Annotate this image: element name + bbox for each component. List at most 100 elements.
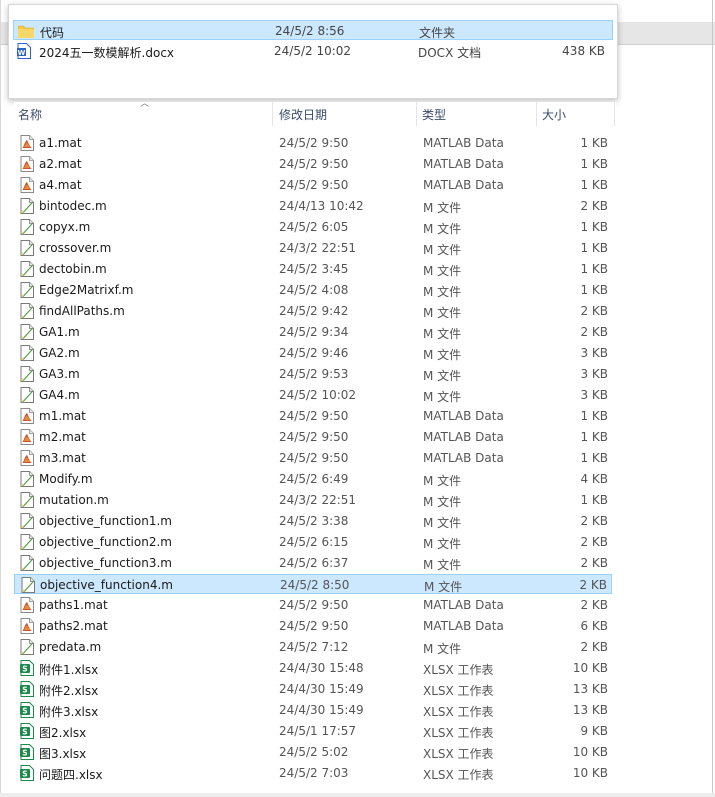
column-header-date[interactable]: 修改日期 xyxy=(279,106,327,123)
file-size: 9 KB xyxy=(580,724,608,738)
popup-row-folder[interactable]: 代码 24/5/2 8:56 文件夹 xyxy=(13,20,613,40)
file-row[interactable]: findAllPaths.m 24/5/2 9:42 M 文件 2 KB xyxy=(14,301,612,321)
file-row[interactable]: dectobin.m 24/5/2 3:45 M 文件 1 KB xyxy=(14,259,612,279)
file-type: M 文件 xyxy=(423,642,462,656)
file-row[interactable]: S 问题四.xlsx 24/5/2 7:03 XLSX 工作表 10 KB xyxy=(14,763,612,783)
file-type: M 文件 xyxy=(423,537,462,551)
file-row[interactable]: a2.mat 24/5/2 9:50 MATLAB Data 1 KB xyxy=(14,154,612,174)
svg-text:W: W xyxy=(18,49,26,57)
file-type: M 文件 xyxy=(423,327,462,341)
file-date: 24/5/2 9:50 xyxy=(279,136,349,150)
file-date: 24/5/2 9:34 xyxy=(279,325,349,339)
file-row[interactable]: a1.mat 24/5/2 9:50 MATLAB Data 1 KB xyxy=(14,133,612,153)
file-row[interactable]: m3.mat 24/5/2 9:50 MATLAB Data 1 KB xyxy=(14,448,612,468)
file-row[interactable]: m2.mat 24/5/2 9:50 MATLAB Data 1 KB xyxy=(14,427,612,447)
window-left-edge xyxy=(0,0,1,797)
file-row[interactable]: m1.mat 24/5/2 9:50 MATLAB Data 1 KB xyxy=(14,406,612,426)
file-row[interactable]: S 附件1.xlsx 24/4/30 15:48 XLSX 工作表 10 KB xyxy=(14,658,612,678)
column-divider[interactable] xyxy=(272,102,273,126)
file-row[interactable]: Modify.m 24/5/2 6:49 M 文件 4 KB xyxy=(14,469,612,489)
file-row[interactable]: predata.m 24/5/2 7:12 M 文件 2 KB xyxy=(14,637,612,657)
file-row[interactable]: S 附件2.xlsx 24/4/30 15:49 XLSX 工作表 13 KB xyxy=(14,679,612,699)
file-size: 10 KB xyxy=(572,661,608,675)
file-row[interactable]: S 附件3.xlsx 24/4/30 15:49 XLSX 工作表 13 KB xyxy=(14,700,612,720)
file-row[interactable]: a4.mat 24/5/2 9:50 MATLAB Data 1 KB xyxy=(14,175,612,195)
file-row[interactable]: GA2.m 24/5/2 9:46 M 文件 3 KB xyxy=(14,343,612,363)
file-row[interactable]: objective_function2.m 24/5/2 6:15 M 文件 2 KB xyxy=(14,532,612,552)
file-name: findAllPaths.m xyxy=(39,304,125,318)
m-file-icon xyxy=(20,513,34,529)
file-row[interactable]: copyx.m 24/5/2 6:05 M 文件 1 KB xyxy=(14,217,612,237)
docx-icon: W xyxy=(17,43,31,59)
column-divider[interactable] xyxy=(416,102,417,126)
file-name: crossover.m xyxy=(39,241,112,255)
file-date: 24/5/2 9:42 xyxy=(279,304,349,318)
file-name: 图2.xlsx xyxy=(39,726,87,740)
file-type: MATLAB Data xyxy=(423,157,504,171)
file-row[interactable]: S 图2.xlsx 24/5/1 17:57 XLSX 工作表 9 KB xyxy=(14,721,612,741)
file-name: GA3.m xyxy=(39,367,80,381)
file-name: objective_function1.m xyxy=(39,514,172,528)
file-name: 问题四.xlsx xyxy=(39,768,103,782)
file-row[interactable]: bintodec.m 24/4/13 10:42 M 文件 2 KB xyxy=(14,196,612,216)
file-row[interactable]: GA1.m 24/5/2 9:34 M 文件 2 KB xyxy=(14,322,612,342)
file-type: M 文件 xyxy=(423,201,462,215)
file-name: paths1.mat xyxy=(39,598,108,612)
m-file-icon xyxy=(20,345,34,361)
file-row[interactable]: objective_function4.m 24/5/2 8:50 M 文件 2 KB xyxy=(14,574,612,594)
file-name: mutation.m xyxy=(39,493,109,507)
file-type: M 文件 xyxy=(423,306,462,320)
file-row[interactable]: mutation.m 24/3/2 22:51 M 文件 1 KB xyxy=(14,490,612,510)
file-date: 24/5/2 6:15 xyxy=(279,535,349,549)
file-type: MATLAB Data xyxy=(423,178,504,192)
file-row[interactable]: paths1.mat 24/5/2 9:50 MATLAB Data 2 KB xyxy=(14,595,612,615)
file-name: objective_function3.m xyxy=(39,556,172,570)
file-row[interactable]: S 图3.xlsx 24/5/2 5:02 XLSX 工作表 10 KB xyxy=(14,742,612,762)
file-date: 24/5/2 7:03 xyxy=(279,766,349,780)
svg-text:S: S xyxy=(22,728,27,737)
file-type: MATLAB Data xyxy=(423,598,504,612)
m-file-icon xyxy=(20,639,34,655)
file-size: 2 KB xyxy=(580,325,608,339)
folder-popup: 代码 24/5/2 8:56 文件夹 W 2024五一数模解析.docx 24/… xyxy=(8,4,618,99)
column-divider[interactable] xyxy=(536,102,537,126)
column-divider[interactable] xyxy=(614,102,615,126)
file-type: XLSX 工作表 xyxy=(423,663,494,677)
file-row[interactable]: objective_function1.m 24/5/2 3:38 M 文件 2 KB xyxy=(14,511,612,531)
file-row[interactable]: crossover.m 24/3/2 22:51 M 文件 1 KB xyxy=(14,238,612,258)
file-row[interactable]: paths2.mat 24/5/2 9:50 MATLAB Data 6 KB xyxy=(14,616,612,636)
popup-row-name: 代码 xyxy=(40,26,65,40)
column-header-size[interactable]: 大小 xyxy=(542,106,566,123)
popup-row-type: 文件夹 xyxy=(419,26,456,40)
file-type: M 文件 xyxy=(423,495,462,509)
m-file-icon xyxy=(20,261,34,277)
file-size: 3 KB xyxy=(580,346,608,360)
mat-icon xyxy=(20,177,34,193)
popup-row-date: 24/5/2 8:56 xyxy=(275,24,345,38)
m-file-icon xyxy=(20,219,34,235)
file-date: 24/5/2 9:50 xyxy=(279,409,349,423)
file-row[interactable]: GA4.m 24/5/2 10:02 M 文件 3 KB xyxy=(14,385,612,405)
file-row[interactable]: Edge2Matrixf.m 24/5/2 4:08 M 文件 1 KB xyxy=(14,280,612,300)
file-type: MATLAB Data xyxy=(423,136,504,150)
column-header-name[interactable]: 名称 xyxy=(18,106,42,123)
file-size: 3 KB xyxy=(580,388,608,402)
file-date: 24/4/30 15:49 xyxy=(279,682,364,696)
file-date: 24/5/2 5:02 xyxy=(279,745,349,759)
mat-icon xyxy=(20,135,34,151)
file-type: M 文件 xyxy=(423,516,462,530)
file-size: 10 KB xyxy=(572,745,608,759)
file-size: 1 KB xyxy=(580,430,608,444)
file-type: M 文件 xyxy=(423,390,462,404)
xlsx-icon: S xyxy=(20,681,34,697)
xlsx-icon: S xyxy=(20,660,34,676)
file-size: 2 KB xyxy=(580,598,608,612)
popup-row-docx[interactable]: W 2024五一数模解析.docx 24/5/2 10:02 DOCX 文档 4… xyxy=(13,41,613,61)
m-file-icon xyxy=(20,198,34,214)
xlsx-icon: S xyxy=(20,765,34,781)
file-row[interactable]: GA3.m 24/5/2 9:53 M 文件 3 KB xyxy=(14,364,612,384)
file-row[interactable]: objective_function3.m 24/5/2 6:37 M 文件 2 KB xyxy=(14,553,612,573)
file-name: a2.mat xyxy=(39,157,82,171)
column-header-type[interactable]: 类型 xyxy=(422,106,446,123)
file-type: XLSX 工作表 xyxy=(423,705,494,719)
